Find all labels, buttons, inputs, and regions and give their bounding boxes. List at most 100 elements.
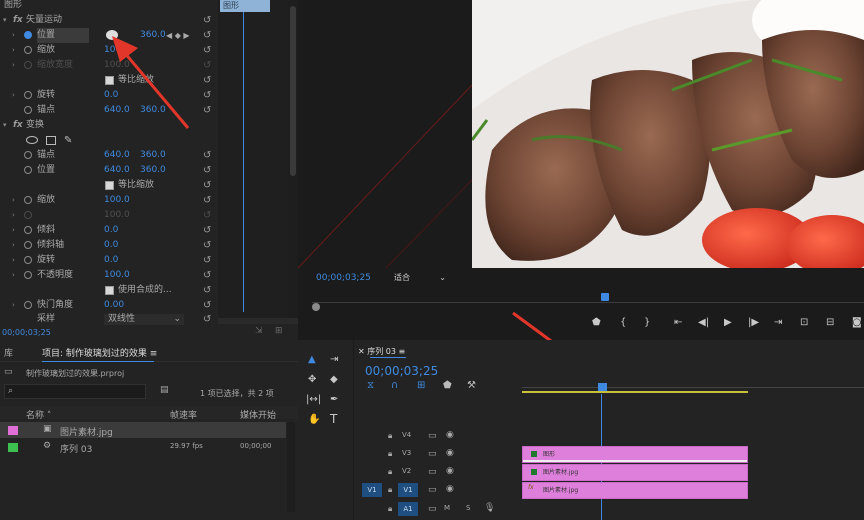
tab-sequence[interactable]: ✕ 序列 03 ≡ (358, 346, 405, 357)
eye-icon: ◉ (446, 430, 454, 440)
track-v4[interactable]: 🔒︎ V4 ▭ ◉ (360, 428, 520, 445)
nest-icon[interactable]: ⧖ (367, 380, 374, 391)
clip-graphic[interactable]: 图形 (522, 446, 748, 463)
property-transform-scale[interactable]: › 缩放 100.0 ↺ (0, 193, 218, 208)
play-icon[interactable]: ▶ (724, 317, 732, 328)
export-frame-icon[interactable]: ◙ (852, 317, 862, 328)
list-item[interactable]: ⚙ 序列 03 29.97 fps 00;00;00 (0, 439, 286, 455)
razor-tool-icon[interactable]: ◆ (330, 374, 338, 385)
tab-libraries[interactable]: 库 (4, 346, 13, 359)
track-v1[interactable]: V1 🔒︎ V1 ▭ ◉ (360, 482, 520, 499)
overwrite-icon[interactable]: ⊟ (826, 317, 834, 328)
new-bin-icon[interactable]: ▤ (160, 385, 169, 395)
timeline-timecode[interactable]: 00;00;03;25 (365, 364, 438, 378)
ripple-edit-icon[interactable]: ✥ (308, 374, 316, 385)
property-transform-anchor[interactable]: 锚点 640.0 360.0 ↺ (0, 148, 218, 163)
clip-image-v2[interactable]: 图片素材.jpg (522, 464, 748, 481)
step-back-icon[interactable]: ◀| (698, 317, 709, 328)
property-transform-uniform-scale[interactable]: 等比缩放 ↺ (0, 178, 218, 193)
add-marker-icon[interactable]: ⬟ (592, 317, 601, 328)
lock-icon: 🔒︎ (388, 467, 393, 476)
program-time-ruler[interactable] (312, 293, 864, 305)
pen-mask-icon[interactable]: ✎ (64, 133, 72, 148)
stopwatch-icon (24, 46, 32, 54)
list-item[interactable]: ▣ 图片素材.jpg (0, 422, 286, 438)
column-name[interactable]: 名称 ˄ (26, 408, 51, 421)
add-marker-icon[interactable]: ⬟ (443, 380, 452, 391)
uniform-scale-checkbox[interactable] (105, 76, 114, 85)
property-opacity[interactable]: › 不透明度 100.0 ↺ (0, 268, 218, 283)
horizontal-scrollbar[interactable] (218, 318, 298, 324)
link-icon[interactable]: ⊞ (275, 326, 283, 336)
property-transform-position[interactable]: 位置 640.0 360.0 ↺ (0, 163, 218, 178)
go-to-in-icon[interactable]: ⇤ (674, 317, 682, 328)
track-select-icon[interactable]: ⇥ (330, 354, 338, 365)
fit-dropdown[interactable]: 适合 ⌄ (390, 272, 450, 284)
comp-shutter-checkbox[interactable] (105, 286, 114, 295)
lock-icon: 🔒︎ (388, 449, 393, 458)
effect-timecode[interactable]: 00;00;03;25 (2, 328, 51, 337)
solo-button[interactable]: S (466, 504, 470, 512)
program-playhead[interactable] (601, 293, 609, 301)
property-scale-width: › 缩放宽度 100.0 ↺ (12, 60, 212, 71)
step-forward-icon[interactable]: |▶ (748, 317, 759, 328)
reset-icon: ↺ (203, 180, 212, 191)
property-uniform-scale[interactable]: 等比缩放 ↺ (0, 73, 218, 88)
keyframe-timeline-area[interactable]: 图形 (218, 0, 288, 318)
property-position[interactable]: › 位置 360.0 ◀ ◆ ▶ ↺ (0, 28, 218, 43)
property-scale[interactable]: › 缩放 100.0 ↺ (0, 43, 218, 58)
snap-icon[interactable]: ∩ (391, 380, 398, 391)
track-v2[interactable]: 🔒︎ V2 ▭ ◉ (360, 464, 520, 481)
insert-icon[interactable]: ⊡ (800, 317, 808, 328)
property-rotation[interactable]: › 旋转 0.0 ↺ (0, 88, 218, 103)
mark-in-icon[interactable]: { (620, 317, 626, 328)
column-media-start[interactable]: 媒体开始 (240, 408, 276, 421)
stopwatch-icon (24, 106, 32, 114)
mute-button[interactable]: M (444, 504, 450, 512)
timeline-ruler[interactable] (522, 380, 864, 396)
pen-tool-icon[interactable]: ✒ (330, 394, 338, 405)
property-use-comp-shutter[interactable]: 使用合成的... ↺ (0, 283, 218, 298)
ellipse-mask-icon[interactable] (26, 136, 38, 144)
uniform-scale-checkbox[interactable] (105, 181, 114, 190)
stopwatch-icon (24, 196, 32, 204)
reset-icon: ↺ (203, 150, 212, 161)
rectangle-mask-icon[interactable] (46, 136, 56, 145)
property-skew[interactable]: › 倾斜 0.0 ↺ (0, 223, 218, 238)
reset-icon: ↺ (203, 300, 212, 311)
clip-bar-graphic[interactable]: 图形 (220, 0, 270, 12)
property-skew-axis[interactable]: › 倾斜轴 0.0 ↺ (0, 238, 218, 253)
type-tool-icon[interactable]: T (330, 412, 337, 426)
sampling-dropdown[interactable]: 双线性 ⌄ (104, 314, 184, 325)
program-timecode[interactable]: 00;00;03;25 (316, 273, 371, 283)
mask-tools-row[interactable]: ✎ (0, 133, 218, 148)
property-anchor[interactable]: 锚点 640.0 360.0 ↺ (0, 103, 218, 118)
go-to-out-icon[interactable]: ⇥ (774, 317, 782, 328)
selection-tool-icon[interactable]: ▲ (308, 354, 316, 365)
scrollbar[interactable] (288, 0, 298, 320)
search-input[interactable]: ⌕ (4, 384, 146, 399)
tab-project[interactable]: 项目: 制作玻璃划过的效果 ≡ (42, 346, 157, 359)
reset-icon: ↺ (203, 30, 212, 41)
zoom-handle[interactable] (312, 303, 320, 311)
work-area-bar[interactable] (522, 391, 748, 393)
scrollbar[interactable] (287, 422, 295, 512)
effect-transform[interactable]: ▾ fx 变换 (0, 118, 218, 133)
export-icon[interactable]: ⇲ (255, 326, 263, 336)
mark-out-icon[interactable]: } (644, 317, 650, 328)
sync-lock-icon: ▭ (428, 449, 437, 459)
linked-selection-icon[interactable]: ⊞ (417, 380, 425, 391)
timeline-playhead[interactable] (598, 383, 607, 391)
property-transform-rotation[interactable]: › 旋转 0.0 ↺ (0, 253, 218, 268)
reset-icon: ↺ (203, 45, 212, 56)
track-v3[interactable]: 🔒︎ V3 ▭ ◉ (360, 446, 520, 463)
property-sampling[interactable]: 采样 双线性 ⌄ ↺ (0, 312, 218, 327)
track-a1[interactable]: 🔒︎ A1 ▭ M S 🎙︎ (360, 501, 520, 518)
effect-vector-motion[interactable]: ▾ fx 矢量运动 ↺ (0, 13, 218, 28)
hand-tool-icon[interactable]: ✋ (308, 414, 320, 425)
column-framerate[interactable]: 帧速率 (170, 408, 197, 421)
clip-image-v1[interactable]: fx 图片素材.jpg (522, 482, 748, 499)
wrench-icon[interactable]: ⚒ (467, 380, 476, 391)
slip-tool-icon[interactable]: |↔| (306, 394, 321, 405)
property-shutter-angle[interactable]: › 快门角度 0.00 ↺ (0, 298, 218, 313)
